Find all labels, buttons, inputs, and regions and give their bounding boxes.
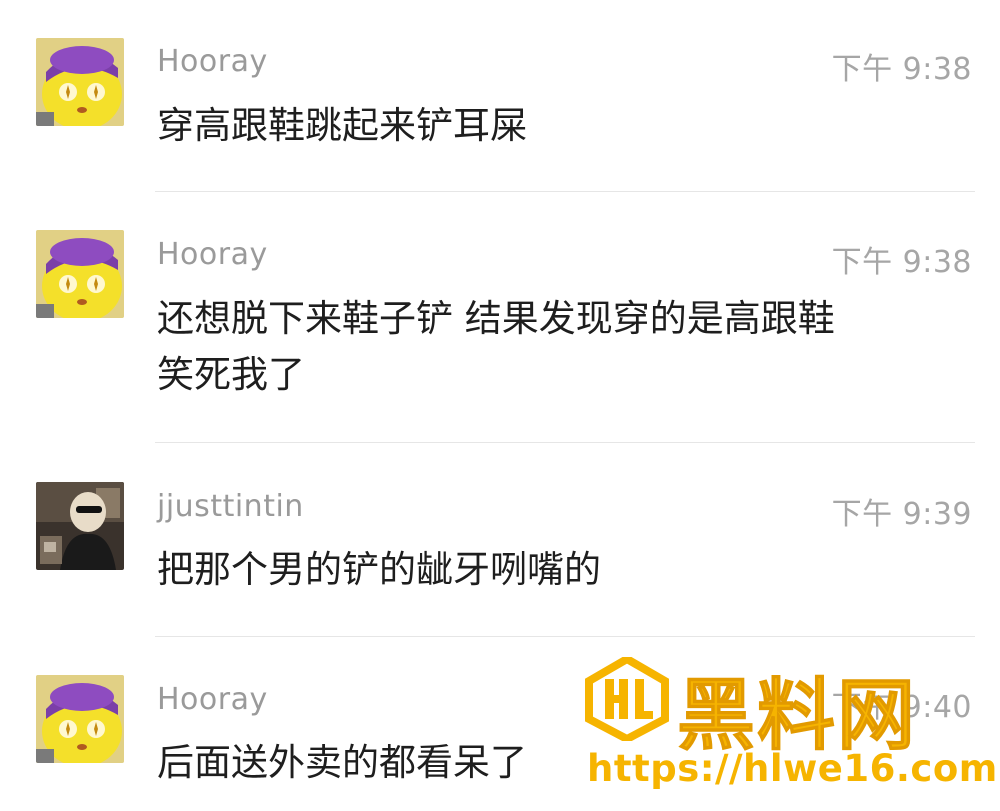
yellow-cartoon-avatar-icon (36, 675, 124, 763)
timestamp: 下午 9:38 (831, 52, 972, 87)
divider (155, 442, 975, 443)
avatar[interactable] (36, 675, 124, 763)
timestamp: 下午 9:40 (831, 690, 972, 725)
message-text: 后面送外卖的都看呆了 (157, 741, 527, 784)
message-text: 还想脱下来鞋子铲 结果发现穿的是高跟鞋 笑死我了 (157, 297, 835, 396)
username[interactable]: Hooray (157, 237, 268, 272)
photo-avatar-icon (36, 482, 124, 570)
username[interactable]: Hooray (157, 44, 268, 79)
message-text: 把那个男的铲的龇牙咧嘴的 (157, 548, 601, 591)
yellow-cartoon-avatar-icon (36, 38, 124, 126)
timestamp: 下午 9:39 (831, 497, 972, 532)
avatar[interactable] (36, 482, 124, 570)
username[interactable]: Hooray (157, 682, 268, 717)
message-text: 穿高跟鞋跳起来铲耳屎 (157, 104, 527, 147)
message-feed: Hooray 下午 9:38 穿高跟鞋跳起来铲耳屎 Hooray 下午 9:38… (0, 0, 1000, 811)
yellow-cartoon-avatar-icon (36, 230, 124, 318)
username[interactable]: jjusttintin (157, 489, 304, 524)
divider (155, 191, 975, 192)
avatar[interactable] (36, 230, 124, 318)
divider (155, 636, 975, 637)
timestamp: 下午 9:38 (831, 245, 972, 280)
avatar[interactable] (36, 38, 124, 126)
